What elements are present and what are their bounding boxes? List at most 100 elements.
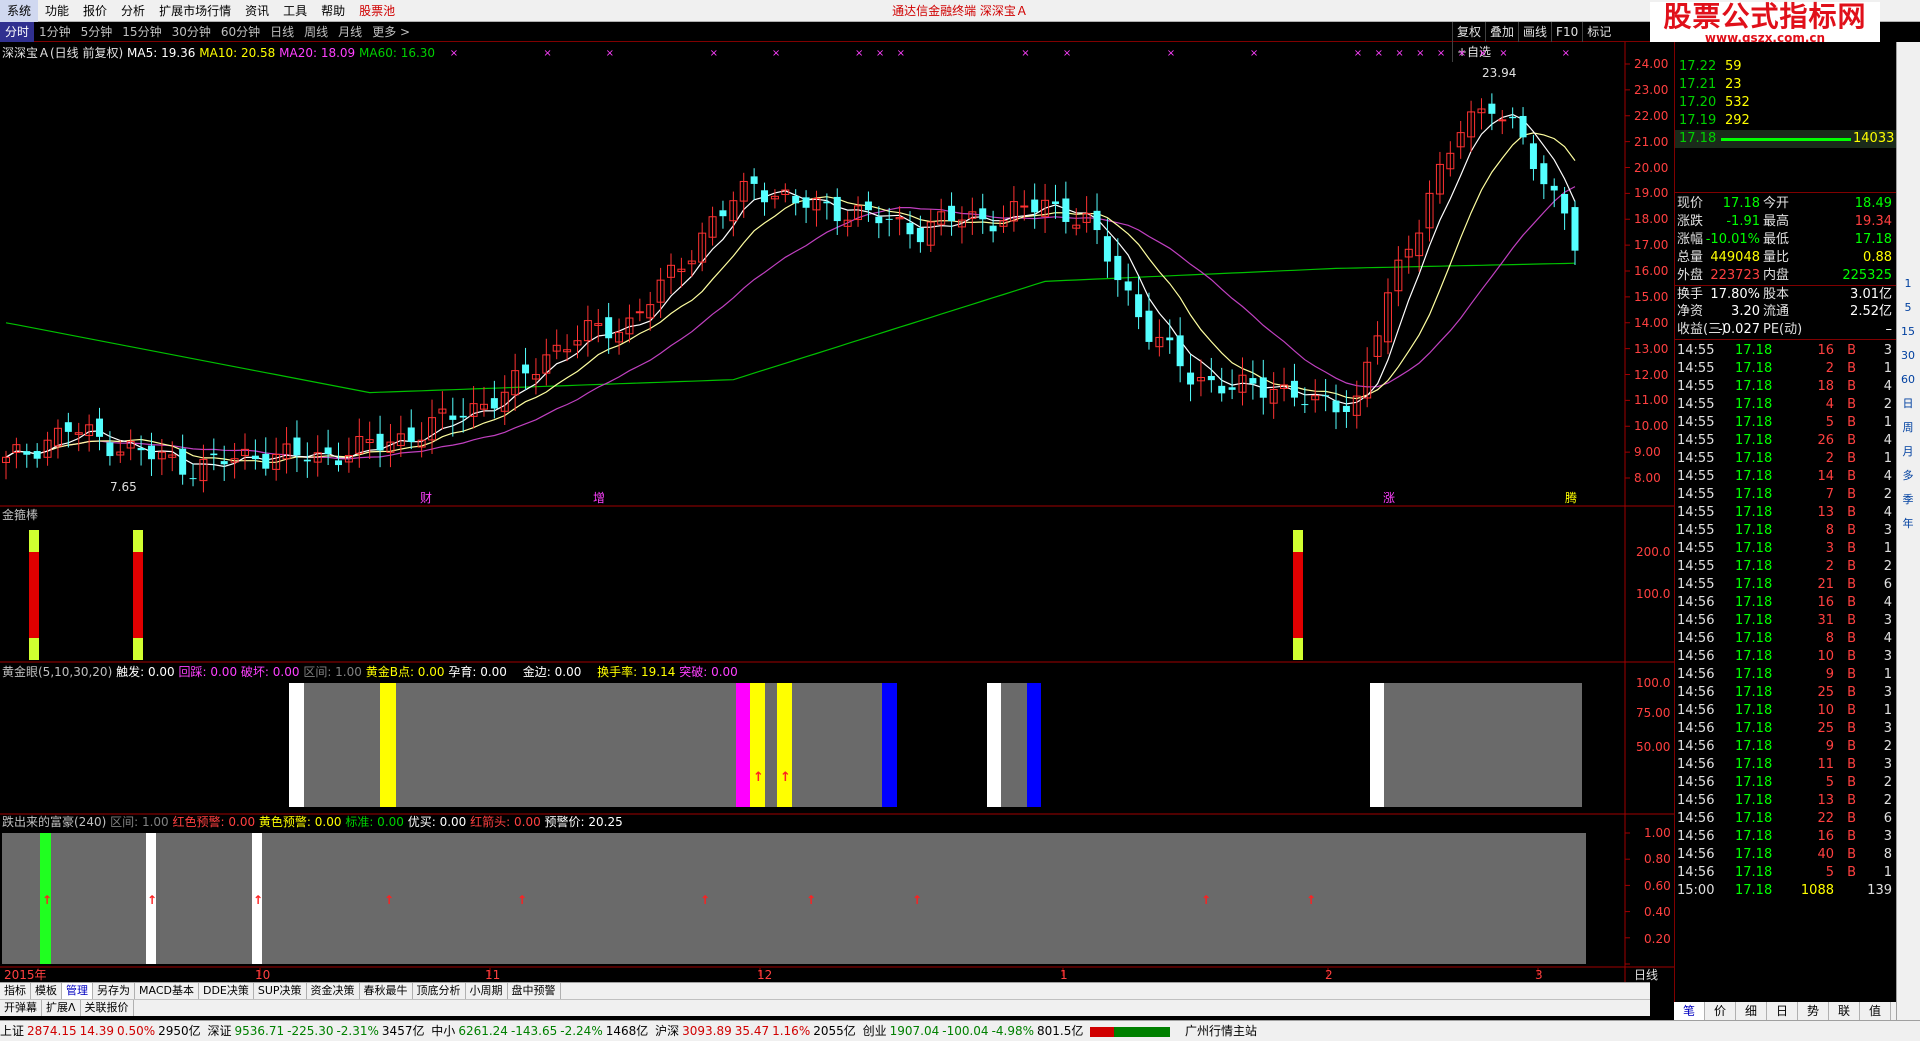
chart-area[interactable]: × × × × × × × × × × × × × × × × × × × × × ↑ ↑ ↑ ↑ ↑ ↑ ↑ ↑ ↑ ↑ ↑ ↑ [0, 42, 1674, 982]
menu-help[interactable]: 帮助 [314, 0, 352, 22]
tab-detail[interactable]: 细 [1736, 1002, 1767, 1020]
golden-eye-range: 区间: 1.00 [303, 665, 362, 679]
menu-tools[interactable]: 工具 [276, 0, 314, 22]
low-price-label: 7.65 [110, 480, 137, 494]
candle-body-down [1529, 143, 1537, 170]
ask-row: 17.22 59 [1675, 58, 1896, 76]
side-period-month[interactable]: 月 [1897, 440, 1919, 464]
stat-value: -10.01% [1705, 232, 1760, 247]
fortune-up-arrow: ↑ [147, 893, 157, 907]
mark-button[interactable]: 标记 [1582, 22, 1615, 42]
trade-count: 139 [1867, 883, 1892, 898]
period-60min[interactable]: 60分钟 [216, 22, 265, 42]
eye-signal-band [987, 683, 1001, 807]
price-tick-label: 17.00 [1634, 238, 1669, 253]
jgb-bar-bottom [133, 638, 143, 660]
tab-topbottom[interactable]: 顶底分析 [413, 983, 466, 999]
trade-volume: 5 [1825, 415, 1834, 430]
jgb-bar-middle [29, 552, 39, 638]
overlay-button[interactable]: 叠加 [1485, 22, 1518, 42]
trade-time: 14:56 [1677, 739, 1715, 754]
tab-trades[interactable]: 笔 [1674, 1002, 1705, 1020]
eye-signal-band [750, 683, 765, 807]
tab-dde[interactable]: DDE决策 [199, 983, 254, 999]
period-30min[interactable]: 30分钟 [167, 22, 216, 42]
tab-value[interactable]: 值 [1860, 1002, 1891, 1020]
side-period-season[interactable]: 季 [1897, 488, 1919, 512]
candle-body-down [1519, 115, 1527, 138]
related-quote-button[interactable]: 关联报价 [81, 1000, 134, 1016]
period-more[interactable]: 更多 > [367, 22, 415, 42]
danmaku-button[interactable]: 开弹幕 [0, 1000, 42, 1016]
candle-body-down [833, 196, 841, 222]
candle-body-down [1051, 201, 1059, 205]
side-period-60[interactable]: 60 [1897, 368, 1919, 392]
trade-side: B [1847, 865, 1856, 880]
trade-row: 14:56 17.18 9 B 1 [1675, 666, 1896, 684]
candle-body-down [1166, 337, 1174, 341]
tab-daily[interactable]: 日 [1767, 1002, 1798, 1020]
tab-chunqiu[interactable]: 春秋最牛 [360, 983, 413, 999]
candle-body-down [750, 176, 758, 184]
tab-price[interactable]: 价 [1705, 1002, 1736, 1020]
tab-related[interactable]: 联 [1829, 1002, 1860, 1020]
period-weekly[interactable]: 周线 [299, 22, 333, 42]
tab-sup[interactable]: SUP决策 [254, 983, 307, 999]
side-period-multi[interactable]: 多 [1897, 464, 1919, 488]
candle-body-down [335, 460, 343, 466]
period-monthly[interactable]: 月线 [333, 22, 367, 42]
ma10-label: MA10: 20.58 [199, 46, 276, 60]
menu-ext-market[interactable]: 扩展市场行情 [152, 0, 238, 22]
side-period-15[interactable]: 15 [1897, 320, 1919, 344]
signal-x-mark: × [772, 48, 780, 59]
tab-indicator[interactable]: 指标 [0, 983, 31, 999]
period-timeshare[interactable]: 分时 [0, 22, 35, 42]
trade-volume: 3 [1825, 541, 1834, 556]
tab-trend[interactable]: 势 [1798, 1002, 1829, 1020]
candle-body-down [210, 453, 218, 456]
period-daily[interactable]: 日线 [265, 22, 299, 42]
candle-body-down [23, 451, 31, 455]
x-month-3: 3 [1535, 968, 1543, 982]
trade-side: B [1847, 793, 1856, 808]
trade-price: 17.18 [1735, 379, 1773, 394]
menu-function[interactable]: 功能 [38, 0, 76, 22]
tab-macd[interactable]: MACD基本 [135, 983, 199, 999]
tab-fund[interactable]: 资金决策 [307, 983, 360, 999]
period-1min[interactable]: 1分钟 [34, 22, 76, 42]
f10-button[interactable]: F10 [1551, 22, 1582, 42]
trade-row: 14:55 17.18 7 B 2 [1675, 486, 1896, 504]
draw-line-button[interactable]: 画线 [1518, 22, 1551, 42]
tab-manage[interactable]: 管理 [62, 983, 93, 999]
tab-intraday-alert[interactable]: 盘中预警 [508, 983, 561, 999]
period-15min[interactable]: 15分钟 [117, 22, 166, 42]
eye-signal-band [380, 683, 396, 807]
expand-button[interactable]: 扩展Λ [42, 1000, 81, 1016]
menu-system[interactable]: 系统 [0, 0, 39, 22]
trade-count: 1 [1883, 361, 1892, 376]
cy-amount: 801.5亿 [1037, 1024, 1084, 1038]
period-5min[interactable]: 5分钟 [76, 22, 118, 42]
stat-value: 17.18 [1854, 232, 1892, 247]
menu-stock-pool[interactable]: 股票池 [352, 0, 402, 22]
menu-analysis[interactable]: 分析 [114, 0, 152, 22]
side-period-1[interactable]: 1 [1897, 272, 1919, 296]
restore-rights-button[interactable]: 复权 [1452, 22, 1485, 42]
price-tick-label: 8.00 [1634, 471, 1661, 485]
stat-value: 17.18 [1722, 196, 1760, 211]
side-period-year[interactable]: 年 [1897, 512, 1919, 536]
menu-info[interactable]: 资讯 [238, 0, 276, 22]
candle-body-down [1301, 404, 1309, 406]
tab-save-as[interactable]: 另存为 [93, 983, 135, 999]
side-period-day[interactable]: 日 [1897, 392, 1919, 416]
tab-small-cycle[interactable]: 小周期 [466, 983, 508, 999]
server-name[interactable]: 广州行情主站 [1185, 1024, 1257, 1038]
candle-body-down [1031, 199, 1039, 213]
side-period-5[interactable]: 5 [1897, 296, 1919, 320]
side-period-week[interactable]: 周 [1897, 416, 1919, 440]
stat-label: 涨幅 [1677, 232, 1704, 247]
tab-template[interactable]: 模板 [31, 983, 62, 999]
trade-time: 14:55 [1677, 433, 1715, 448]
side-period-30[interactable]: 30 [1897, 344, 1919, 368]
menu-quote[interactable]: 报价 [76, 0, 114, 22]
